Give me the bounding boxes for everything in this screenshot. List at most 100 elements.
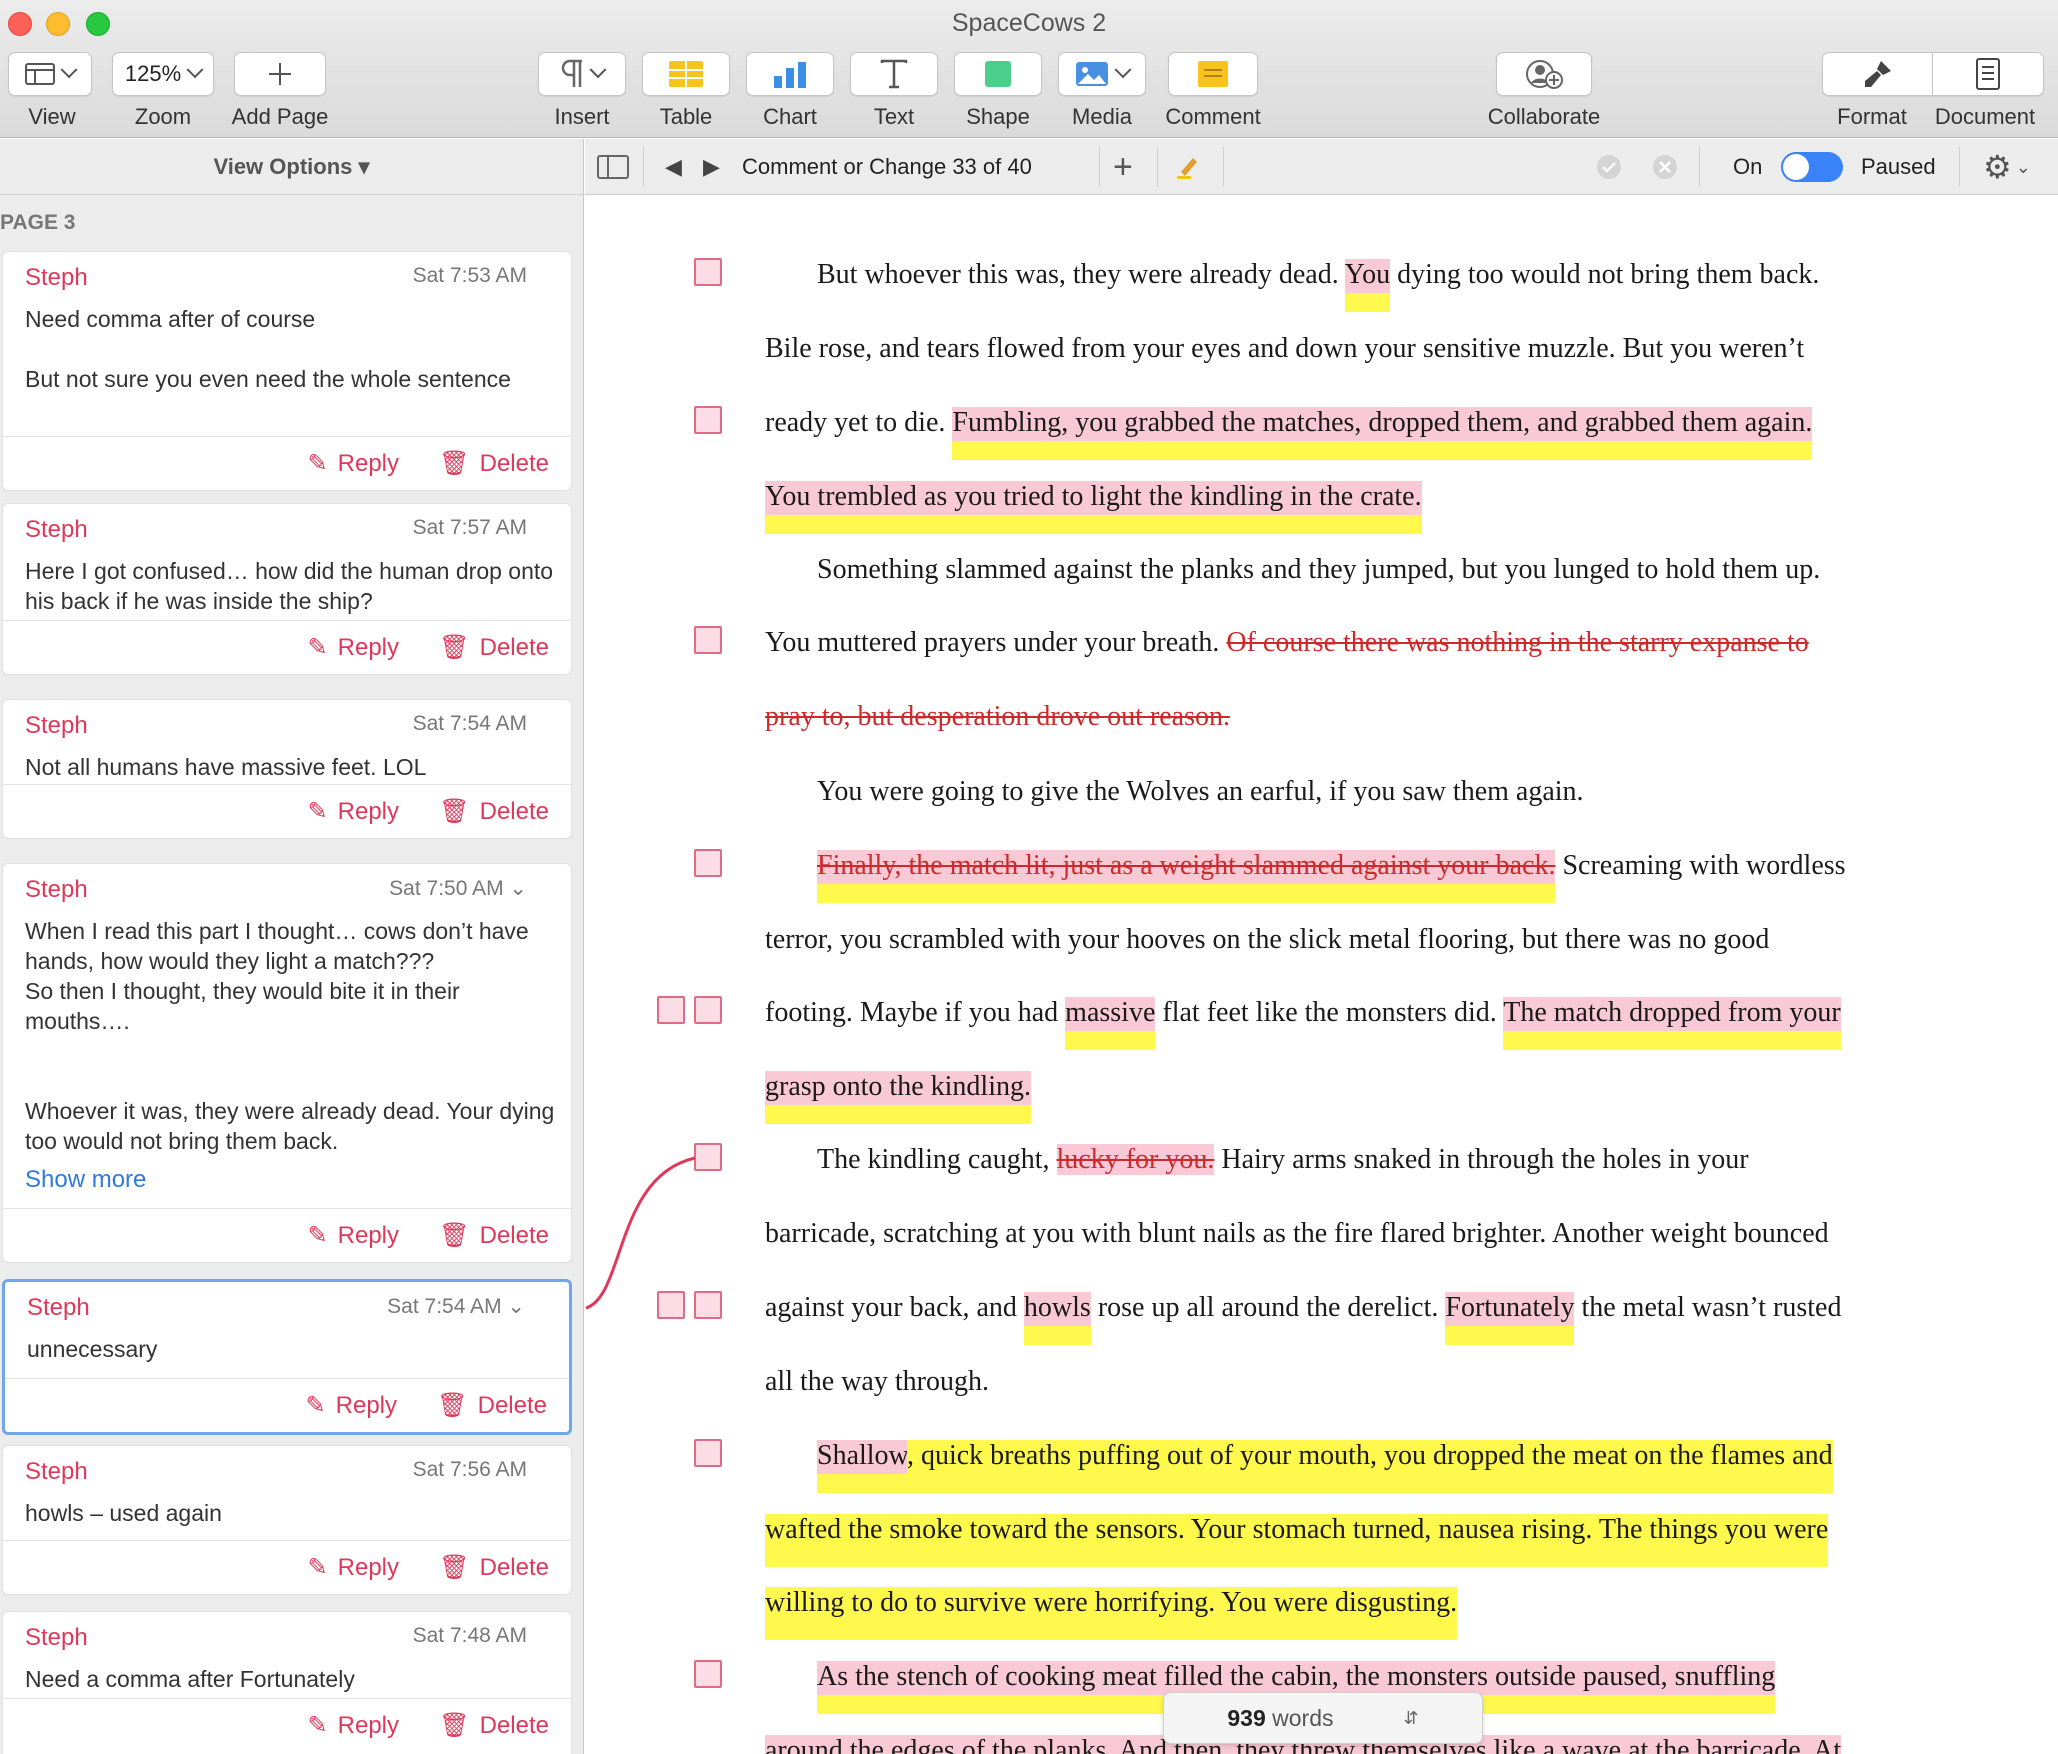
media-label: Media <box>1072 104 1132 129</box>
text-label: Text <box>873 104 915 129</box>
reply-button[interactable]: ✎ Reply <box>308 797 399 826</box>
document-canvas[interactable]: But whoever this was, they were already … <box>585 196 2058 1754</box>
change-marker[interactable] <box>694 258 722 286</box>
toggle-sidebar-button[interactable] <box>597 139 629 195</box>
comment-button[interactable] <box>1168 52 1258 96</box>
reply-button[interactable]: ✎ Reply <box>308 1221 399 1250</box>
comments-sidebar: View Options ▾ PAGE 3 Steph Sat 7:53 AM … <box>0 139 584 1754</box>
checkmark-circle-icon <box>1597 155 1621 179</box>
table-button[interactable] <box>642 52 730 96</box>
collaborate-button[interactable] <box>1496 52 1592 96</box>
reply-button[interactable]: ✎ Reply <box>308 633 399 662</box>
add-page-label: Add Page <box>231 104 329 129</box>
comment-body: howls – used again <box>25 1500 222 1526</box>
comment-author: Steph <box>25 1624 88 1651</box>
comment-body: unnecessary <box>27 1336 158 1362</box>
insert-button[interactable] <box>538 52 626 96</box>
document-button[interactable] <box>1933 53 2043 95</box>
view-options-label: View Options ▾ <box>213 153 370 179</box>
media-button[interactable] <box>1058 52 1146 96</box>
comment-footer: ✎ Reply 🗑 Delete <box>5 1378 569 1432</box>
tracking-toggle[interactable] <box>1781 139 1843 195</box>
zoom-value: 125% <box>124 61 182 86</box>
pencil-icon: ✎ <box>307 1554 328 1581</box>
change-marker[interactable] <box>694 1439 722 1467</box>
next-change-button[interactable]: ▶ <box>703 139 720 195</box>
comment-footer: ✎ Reply 🗑 Delete <box>3 1698 571 1752</box>
shape-button[interactable] <box>954 52 1042 96</box>
comment-time: Sat 7:54 AM ⌄ <box>387 1295 525 1318</box>
text-line: terror, you scrambled with your hooves o… <box>765 924 1770 955</box>
comment-card[interactable]: Steph Sat 7:48 AM Need a comma after For… <box>2 1611 572 1754</box>
pencil-icon: ✎ <box>307 1222 328 1249</box>
text-line: footing. Maybe if you had massive flat f… <box>765 996 1841 1050</box>
comment-card-selected[interactable]: Steph Sat 7:54 AM ⌄ unnecessary ✎ Reply 🗑… <box>2 1279 572 1435</box>
change-marker[interactable] <box>694 1660 722 1688</box>
change-marker[interactable] <box>694 406 722 434</box>
trash-icon: 🗑 <box>439 1712 470 1739</box>
pencil-icon: ✎ <box>307 798 328 825</box>
text-button[interactable] <box>850 52 938 96</box>
reject-change-button[interactable] <box>1651 139 1679 195</box>
accept-change-button[interactable] <box>1595 139 1623 195</box>
comment-author: Steph <box>27 1294 90 1321</box>
delete-button[interactable]: 🗑 Delete <box>439 633 549 662</box>
view-button[interactable] <box>8 52 92 96</box>
plus-icon <box>269 63 291 85</box>
comment-author: Steph <box>25 516 88 543</box>
change-marker[interactable] <box>657 996 685 1024</box>
trash-icon: 🗑 <box>439 634 470 661</box>
reply-button[interactable]: ✎ Reply <box>308 1711 399 1740</box>
shape-label: Shape <box>966 104 1030 129</box>
change-marker[interactable] <box>694 849 722 877</box>
text-line: Something slammed against the planks and… <box>817 554 1821 585</box>
text-line: ready yet to die. Fumbling, you grabbed … <box>765 406 1813 460</box>
zoom-select[interactable]: 125% <box>112 52 214 96</box>
reply-button[interactable]: ✎ Reply <box>308 1553 399 1582</box>
comment-card[interactable]: Steph Sat 7:57 AM Here I got confused… h… <box>2 503 572 675</box>
reply-label: Reply <box>335 1391 397 1419</box>
word-count-indicator[interactable]: 939 words ⇵ <box>1163 1692 1483 1744</box>
pencil-icon: ✎ <box>305 1392 326 1419</box>
reply-label: Reply <box>337 1711 399 1739</box>
comment-footer: ✎ Reply 🗑 Delete <box>3 784 571 838</box>
tracking-on-label: On <box>1733 154 1763 179</box>
view-label: View <box>28 104 76 129</box>
delete-button[interactable]: 🗑 Delete <box>439 1221 549 1250</box>
tracking-settings-button[interactable]: ⚙ ⌄ <box>1983 139 2031 195</box>
triangle-left-icon: ◀ <box>665 154 682 179</box>
reply-button[interactable]: ✎ Reply <box>306 1391 397 1420</box>
show-more-link[interactable]: Show more <box>25 1166 146 1194</box>
comment-card[interactable]: Steph Sat 7:53 AM Need comma after of co… <box>2 251 572 491</box>
x-circle-icon <box>1653 155 1677 179</box>
word-count-label: words <box>1265 1704 1334 1731</box>
previous-change-button[interactable]: ◀ <box>665 139 682 195</box>
delete-label: Delete <box>479 797 549 825</box>
text-line: You were going to give the Wolves an ear… <box>817 776 1584 807</box>
page-label: PAGE 3 <box>0 211 76 234</box>
comment-card[interactable]: Steph Sat 7:50 AM ⌄ When I read this par… <box>2 863 572 1263</box>
highlight-button[interactable] <box>1175 139 1201 195</box>
change-marker[interactable] <box>694 996 722 1024</box>
comment-card[interactable]: Steph Sat 7:56 AM howls – used again ✎ Re… <box>2 1445 572 1595</box>
reply-button[interactable]: ✎ Reply <box>308 449 399 478</box>
chart-button[interactable] <box>746 52 834 96</box>
trash-icon: 🗑 <box>439 798 470 825</box>
comment-author: Steph <box>25 712 88 739</box>
delete-button[interactable]: 🗑 Delete <box>439 449 549 478</box>
chart-label: Chart <box>763 104 817 129</box>
add-page-button[interactable] <box>234 52 326 96</box>
change-marker[interactable] <box>694 626 722 654</box>
delete-button[interactable]: 🗑 Delete <box>439 1553 549 1582</box>
delete-button[interactable]: 🗑 Delete <box>439 1711 549 1740</box>
format-button[interactable] <box>1823 53 1933 95</box>
add-comment-button[interactable]: + <box>1113 139 1133 195</box>
comment-card[interactable]: Steph Sat 7:54 AM Not all humans have ma… <box>2 699 572 839</box>
delete-label: Delete <box>479 1221 549 1249</box>
trash-icon: 🗑 <box>437 1392 468 1419</box>
view-options-button[interactable]: View Options ▾ <box>0 139 583 195</box>
text-line: barricade, scratching at you with blunt … <box>765 1218 1829 1249</box>
delete-button[interactable]: 🗑 Delete <box>437 1391 547 1420</box>
delete-button[interactable]: 🗑 Delete <box>439 797 549 826</box>
comment-footer: ✎ Reply 🗑 Delete <box>3 436 571 490</box>
